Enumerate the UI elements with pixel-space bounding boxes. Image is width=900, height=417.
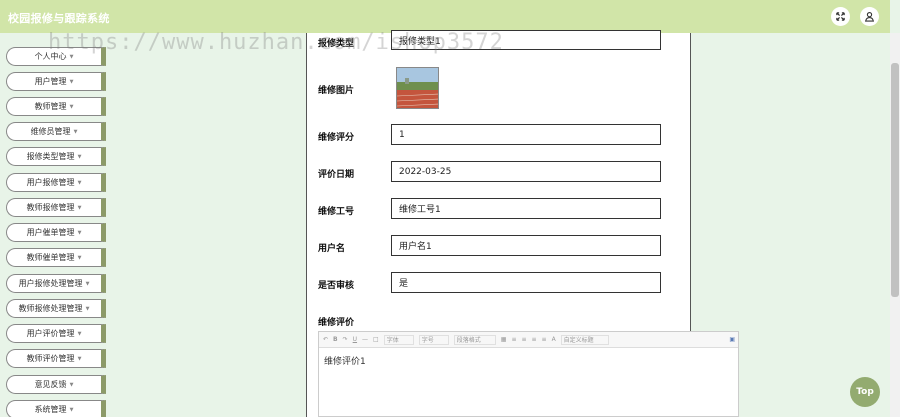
caret-down-icon: ▼ [77,355,82,362]
sidebar-item-label: 用户催单管理 [26,228,75,237]
caret-down-icon: ▼ [77,254,82,261]
font-family-select[interactable]: 字体 [383,334,414,345]
repair-type-label: 报修类型 [318,39,355,49]
eval-date-label: 评价日期 [318,170,355,180]
scrollbar-thumb[interactable] [891,63,899,297]
caret-down-icon: ▼ [73,128,78,135]
paragraph-format-select[interactable]: 段落格式 [453,334,496,345]
editor-content[interactable]: 维修评价1 [319,348,738,373]
align-right-icon[interactable]: ≡ [532,336,537,343]
table-icon[interactable]: ▦ [501,336,507,343]
rich-text-editor: ↶ B ↷ U — □ 字体 字号 段落格式 ▦ ≡ ≡ ≡ ≡ A 自定义标题… [318,331,739,417]
sidebar-item-teacher-evaluation-management[interactable]: 教师评价管理 ▼ [6,349,106,368]
clear-format-icon[interactable]: □ [373,336,379,343]
caret-down-icon: ▼ [69,103,74,110]
caret-down-icon: ▼ [85,280,90,287]
sidebar-item-label: 教师管理 [34,102,67,111]
sidebar-item-repair-type-management[interactable]: 报修类型管理 ▼ [6,147,106,166]
eval-date-field[interactable]: 2022-03-25 [391,161,661,182]
sidebar-item-teacher-repair-management[interactable]: 教师报修管理 ▼ [6,198,106,217]
sidebar-item-label: 个人中心 [34,52,67,61]
caret-down-icon: ▼ [77,330,82,337]
worker-id-label: 维修工号 [318,207,355,217]
sidebar-item-feedback[interactable]: 意见反馈 ▼ [6,375,106,394]
sidebar-item-label: 教师报修管理 [26,203,75,212]
sidebar-item-label: 系统管理 [34,405,67,414]
custom-title-select[interactable]: 自定义标题 [560,334,609,345]
caret-down-icon: ▼ [85,305,90,312]
sidebar-item-label: 用户报修管理 [26,178,75,187]
caret-down-icon: ▼ [69,53,74,60]
repair-image-label: 维修图片 [318,86,355,96]
sidebar-item-teacher-repair-handling[interactable]: 教师报修处理管理 ▼ [6,299,106,318]
align-left-icon[interactable]: ≡ [511,336,516,343]
justify-icon[interactable]: ≡ [542,336,547,343]
back-to-top-button[interactable]: Top [850,377,880,407]
caret-down-icon: ▼ [77,229,82,236]
font-size-select[interactable]: 字号 [418,334,449,345]
caret-down-icon: ▼ [77,153,82,160]
sidebar-item-repairman-management[interactable]: 维修员管理 ▼ [6,122,106,141]
sidebar-item-user-reminder-management[interactable]: 用户催单管理 ▼ [6,223,106,242]
sidebar-item-label: 教师催单管理 [26,253,75,262]
horizontal-rule-icon[interactable]: — [362,336,368,343]
sidebar-item-user-evaluation-management[interactable]: 用户评价管理 ▼ [6,324,106,343]
editor-toolbar: ↶ B ↷ U — □ 字体 字号 段落格式 ▦ ≡ ≡ ≡ ≡ A 自定义标题… [319,332,738,348]
sidebar-item-label: 教师报修处理管理 [18,304,83,313]
app-header: 校园报修与跟踪系统 [0,0,890,33]
caret-down-icon: ▼ [69,381,74,388]
reviewed-field[interactable]: 是 [391,272,661,293]
score-label: 维修评分 [318,133,355,143]
caret-down-icon: ▼ [77,179,82,186]
sidebar-item-label: 用户报修处理管理 [18,279,83,288]
sidebar-item-teacher-management[interactable]: 教师管理 ▼ [6,97,106,116]
username-label: 用户名 [318,244,346,254]
font-color-icon[interactable]: A [552,336,556,343]
reviewed-label: 是否审核 [318,281,355,291]
sidebar-item-teacher-reminder-management[interactable]: 教师催单管理 ▼ [6,248,106,267]
undo-icon[interactable]: ↶ [323,336,328,343]
user-icon [864,12,875,22]
caret-down-icon: ▼ [69,406,74,413]
caret-down-icon: ▼ [77,204,82,211]
fullscreen-editor-icon[interactable]: ▣ [729,336,735,343]
sidebar-item-label: 报修类型管理 [26,152,75,161]
sidebar-item-label: 教师评价管理 [26,354,75,363]
repair-type-field[interactable]: 报修类型1 [391,30,661,50]
page-scrollbar[interactable] [890,33,900,417]
underline-icon[interactable]: U [353,336,357,343]
sidebar-item-user-management[interactable]: 用户管理 ▼ [6,72,106,91]
evaluation-label: 维修评价 [318,318,355,328]
fullscreen-button[interactable] [831,7,850,26]
sidebar-item-label: 维修员管理 [30,127,71,136]
bold-icon[interactable]: B [333,336,338,343]
redo-icon[interactable]: ↷ [343,336,348,343]
sidebar-item-label: 用户评价管理 [26,329,75,338]
username-field[interactable]: 用户名1 [391,235,661,256]
running-track-image [397,68,438,108]
score-field[interactable]: 1 [391,124,661,145]
sidebar-item-user-repair-management[interactable]: 用户报修管理 ▼ [6,173,106,192]
fullscreen-icon [836,12,845,21]
align-center-icon[interactable]: ≡ [521,336,526,343]
sidebar-item-label: 意见反馈 [34,380,67,389]
sidebar-item-personal-center[interactable]: 个人中心 ▼ [6,47,106,66]
app-title: 校园报修与跟踪系统 [8,12,110,25]
sidebar-item-user-repair-handling[interactable]: 用户报修处理管理 ▼ [6,274,106,293]
worker-id-field[interactable]: 维修工号1 [391,198,661,219]
repair-image-thumbnail[interactable] [396,67,439,109]
caret-down-icon: ▼ [69,78,74,85]
user-profile-button[interactable] [860,7,879,26]
sidebar-item-label: 用户管理 [34,77,67,86]
sidebar-item-system-management[interactable]: 系统管理 ▼ [6,400,106,417]
